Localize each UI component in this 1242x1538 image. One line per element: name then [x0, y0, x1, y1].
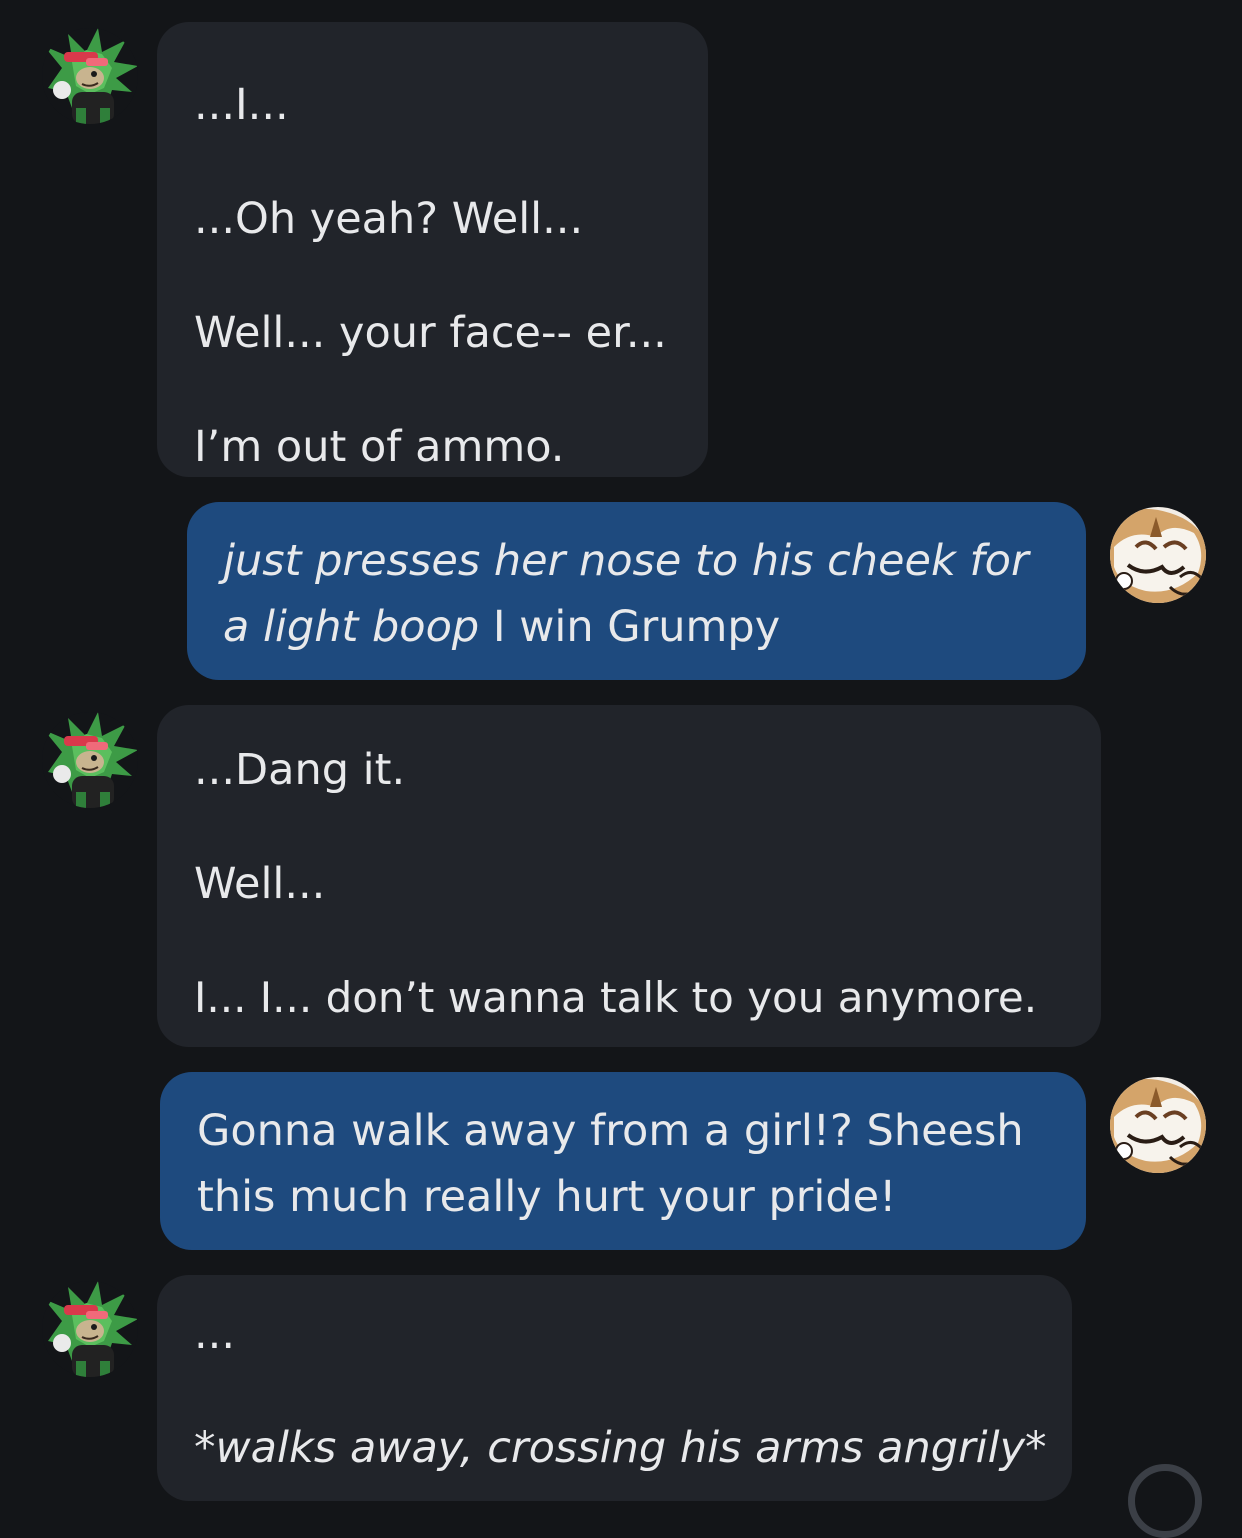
message-line: ...I...: [194, 80, 289, 130]
scroll-indicator-icon[interactable]: [1128, 1464, 1202, 1538]
user-message-bubble: just presses her nose to his cheek for a…: [187, 502, 1086, 680]
message-line: ...Oh yeah? Well...: [194, 194, 584, 244]
green-hedgehog-avatar-icon: [42, 1281, 138, 1377]
green-hedgehog-avatar-icon: [42, 712, 138, 808]
message-line: *walks away, crossing his arms angrily*: [194, 1423, 1047, 1473]
message-line: Well... your face-- er...: [194, 308, 667, 358]
message-line: I’m out of ammo.: [194, 422, 565, 472]
message-line: Gonna walk away from a girl!? Sheesh: [197, 1106, 1024, 1156]
message-line: ...Dang it.: [194, 745, 406, 795]
character-message-bubble: ... *walks away, crossing his arms angri…: [157, 1275, 1072, 1501]
message-line: Well...: [194, 859, 326, 909]
cream-fox-avatar-icon: [1110, 1077, 1206, 1173]
message-line: I... I... don’t wanna talk to you anymor…: [194, 973, 1038, 1022]
cream-fox-avatar-icon: [1110, 507, 1206, 603]
message-line: this much really hurt your pride!: [197, 1172, 897, 1222]
message-text: I win Grumpy: [492, 602, 781, 652]
green-hedgehog-avatar-icon: [42, 28, 138, 124]
character-message-bubble: ...I... ...Oh yeah? Well... Well... your…: [157, 22, 708, 477]
user-message-bubble: Gonna walk away from a girl!? Sheesh thi…: [160, 1072, 1086, 1250]
message-line: ...: [194, 1309, 236, 1359]
character-message-bubble: ...Dang it. Well... I... I... don’t wann…: [157, 705, 1101, 1047]
